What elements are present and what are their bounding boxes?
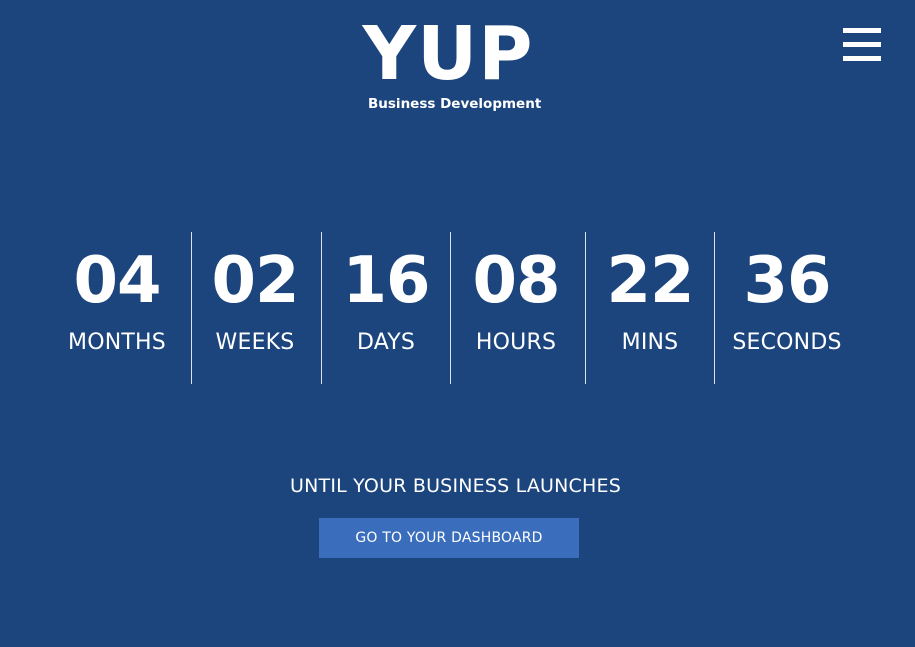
hours-label: HOURS: [475, 330, 557, 355]
countdown-weeks: 02 WEEKS: [196, 232, 314, 384]
countdown-hours: 08 HOURS: [455, 232, 577, 384]
hamburger-menu-icon[interactable]: [842, 28, 882, 62]
menu-bar: [843, 42, 881, 47]
days-value: 16: [342, 244, 430, 318]
countdown-timer: 04 MONTHS 02 WEEKS 16 DAYS 08 HOURS 22 M…: [0, 232, 915, 384]
months-label: MONTHS: [68, 330, 166, 355]
logo: YUP Business Development: [363, 14, 542, 112]
countdown-divider: [321, 232, 322, 384]
days-label: DAYS: [356, 330, 416, 355]
countdown-months: 04 MONTHS: [56, 232, 178, 384]
countdown-days: 16 DAYS: [326, 232, 446, 384]
countdown-divider: [585, 232, 586, 384]
hours-value: 08: [472, 244, 560, 318]
menu-bar: [843, 56, 881, 61]
menu-bar: [843, 28, 881, 33]
launch-tagline: UNTIL YOUR BUSINESS LAUNCHES: [290, 475, 621, 497]
countdown-divider: [191, 232, 192, 384]
mins-label: MINS: [621, 330, 679, 355]
coming-soon-page: { "header": { "logo_title": "YUP", "logo…: [0, 0, 915, 647]
countdown-seconds: 36 SECONDS: [719, 232, 855, 384]
mins-value: 22: [606, 244, 694, 318]
countdown-divider: [450, 232, 451, 384]
weeks-value: 02: [211, 244, 299, 318]
logo-title: YUP: [362, 11, 534, 97]
seconds-label: SECONDS: [732, 330, 842, 355]
countdown-divider: [714, 232, 715, 384]
logo-subtitle: Business Development: [368, 96, 542, 112]
go-to-dashboard-button[interactable]: GO TO YOUR DASHBOARD: [319, 518, 579, 558]
seconds-value: 36: [743, 244, 831, 318]
countdown-mins: 22 MINS: [590, 232, 710, 384]
months-value: 04: [73, 244, 161, 318]
weeks-label: WEEKS: [215, 330, 295, 355]
